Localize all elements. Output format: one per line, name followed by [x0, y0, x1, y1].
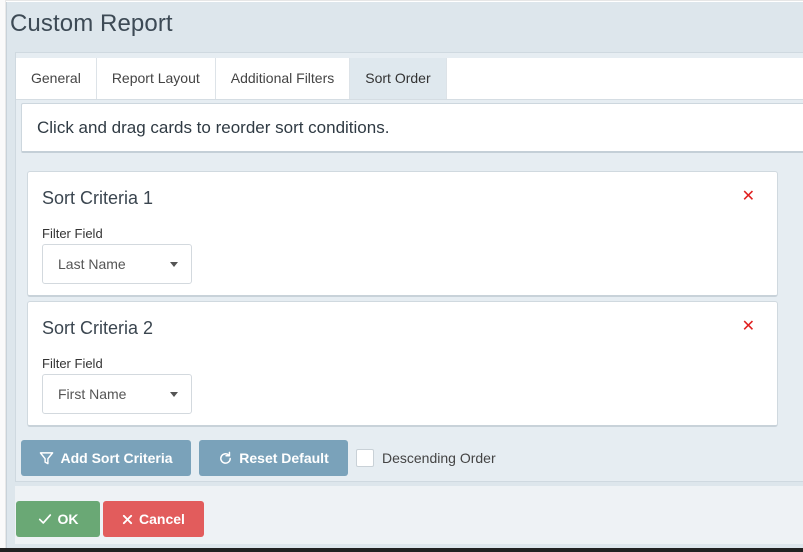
filter-field-select[interactable]: Last Name	[42, 244, 192, 284]
tab-report-layout[interactable]: Report Layout	[96, 58, 216, 99]
sort-criteria-card[interactable]: Sort Criteria 2 ✕ Filter Field First Nam…	[27, 301, 778, 427]
tab-general[interactable]: General	[16, 58, 97, 99]
select-value: First Name	[58, 386, 127, 402]
tab-panel: General Report Layout Additional Filters…	[15, 52, 803, 482]
descending-order-checkbox[interactable]	[356, 449, 374, 467]
caret-down-icon	[170, 392, 178, 397]
ok-button[interactable]: OK	[16, 501, 100, 537]
dialog-title: Custom Report	[10, 10, 173, 37]
close-icon	[122, 514, 133, 524]
instructions-text: Click and drag cards to reorder sort con…	[37, 118, 390, 137]
filter-field-label: Filter Field	[42, 356, 103, 371]
cancel-label: Cancel	[139, 511, 185, 527]
cancel-button[interactable]: Cancel	[103, 501, 204, 537]
tab-additional-filters[interactable]: Additional Filters	[215, 58, 351, 99]
bottom-edge	[0, 548, 803, 552]
filter-field-label: Filter Field	[42, 226, 103, 241]
reset-default-label: Reset Default	[239, 450, 329, 466]
add-sort-criteria-label: Add Sort Criteria	[60, 450, 173, 466]
instructions-banner: Click and drag cards to reorder sort con…	[21, 103, 803, 153]
dialog-footer: OK Cancel	[15, 486, 803, 544]
filter-field-select[interactable]: First Name	[42, 374, 192, 414]
check-icon	[38, 514, 51, 524]
close-icon[interactable]: ✕	[742, 316, 755, 336]
close-icon[interactable]: ✕	[742, 186, 755, 206]
tab-sort-order[interactable]: Sort Order	[350, 58, 447, 99]
sort-criteria-card[interactable]: Sort Criteria 1 ✕ Filter Field Last Name	[27, 171, 778, 297]
custom-report-dialog: Custom Report General Report Layout Addi…	[6, 2, 803, 548]
filter-icon	[40, 451, 54, 464]
ok-label: OK	[57, 511, 79, 527]
reset-default-button[interactable]: Reset Default	[199, 440, 348, 476]
refresh-icon	[220, 451, 232, 464]
add-sort-criteria-button[interactable]: Add Sort Criteria	[21, 440, 191, 476]
card-title: Sort Criteria 2	[42, 318, 154, 338]
tab-bar: General Report Layout Additional Filters…	[16, 58, 803, 100]
descending-order-label: Descending Order	[382, 450, 496, 466]
card-title: Sort Criteria 1	[42, 188, 154, 208]
select-value: Last Name	[58, 256, 126, 272]
caret-down-icon	[170, 262, 178, 267]
